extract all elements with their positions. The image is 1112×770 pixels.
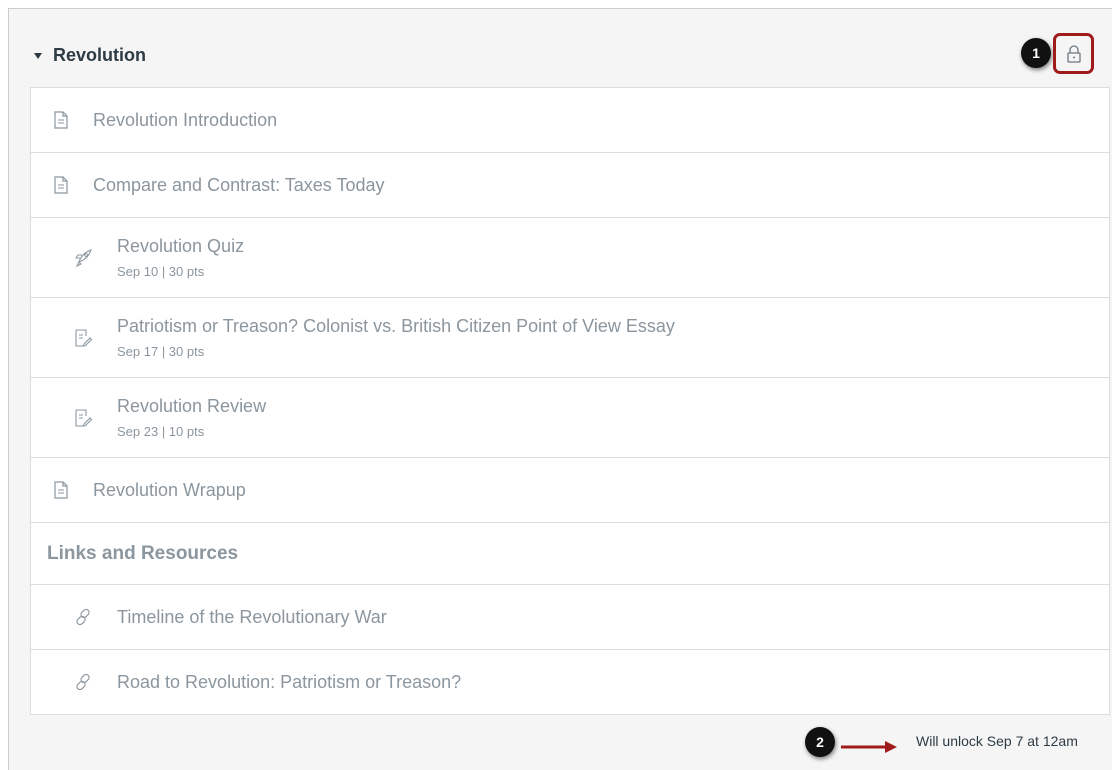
item-meta: Sep 23 | 10 pts	[117, 424, 205, 439]
item-title[interactable]: Timeline of the Revolutionary War	[117, 607, 387, 628]
arrow-right-icon	[841, 741, 897, 753]
assignment-icon	[75, 409, 93, 427]
module-item-assignment[interactable]: Patriotism or Treason? Colonist vs. Brit…	[31, 298, 1109, 378]
item-title[interactable]: Road to Revolution: Patriotism or Treaso…	[117, 672, 461, 693]
item-title[interactable]: Revolution Review	[117, 396, 266, 417]
link-icon	[76, 608, 90, 626]
module-item-quiz[interactable]: Revolution Quiz Sep 10 | 30 pts	[31, 218, 1109, 298]
collapse-caret-icon[interactable]	[34, 53, 42, 59]
lock-icon	[1066, 44, 1081, 63]
document-icon	[54, 176, 68, 194]
module-lock-button[interactable]	[1053, 33, 1094, 74]
module-item-page[interactable]: Revolution Introduction	[31, 88, 1109, 153]
unlock-date-text: Will unlock Sep 7 at 12am	[916, 733, 1078, 749]
item-meta: Sep 10 | 30 pts	[117, 264, 205, 279]
item-meta: Sep 17 | 30 pts	[117, 344, 205, 359]
rocket-icon	[75, 249, 92, 268]
text-header-title: Links and Resources	[47, 543, 239, 564]
document-icon	[54, 481, 68, 499]
assignment-icon	[75, 329, 93, 347]
module-item-page[interactable]: Revolution Wrapup	[31, 458, 1109, 523]
module-container: Revolution 1 Revolution Introduction Com…	[8, 8, 1112, 770]
document-icon	[54, 111, 68, 129]
callout-badge-1: 1	[1021, 38, 1051, 68]
item-title[interactable]: Patriotism or Treason? Colonist vs. Brit…	[117, 316, 675, 337]
module-items-list: Revolution Introduction Compare and Cont…	[30, 87, 1110, 715]
item-title[interactable]: Compare and Contrast: Taxes Today	[93, 175, 385, 196]
module-item-page[interactable]: Compare and Contrast: Taxes Today	[31, 153, 1109, 218]
item-title[interactable]: Revolution Quiz	[117, 236, 244, 257]
item-title[interactable]: Revolution Wrapup	[93, 480, 246, 501]
module-item-link[interactable]: Timeline of the Revolutionary War	[31, 585, 1109, 650]
callout-badge-2: 2	[805, 727, 835, 757]
module-title: Revolution	[53, 45, 146, 65]
item-title[interactable]: Revolution Introduction	[93, 110, 277, 131]
module-item-assignment[interactable]: Revolution Review Sep 23 | 10 pts	[31, 378, 1109, 458]
module-item-link[interactable]: Road to Revolution: Patriotism or Treaso…	[31, 650, 1109, 714]
link-icon	[76, 673, 90, 691]
module-header[interactable]: Revolution	[9, 9, 1112, 87]
module-text-header: Links and Resources	[31, 523, 1109, 585]
